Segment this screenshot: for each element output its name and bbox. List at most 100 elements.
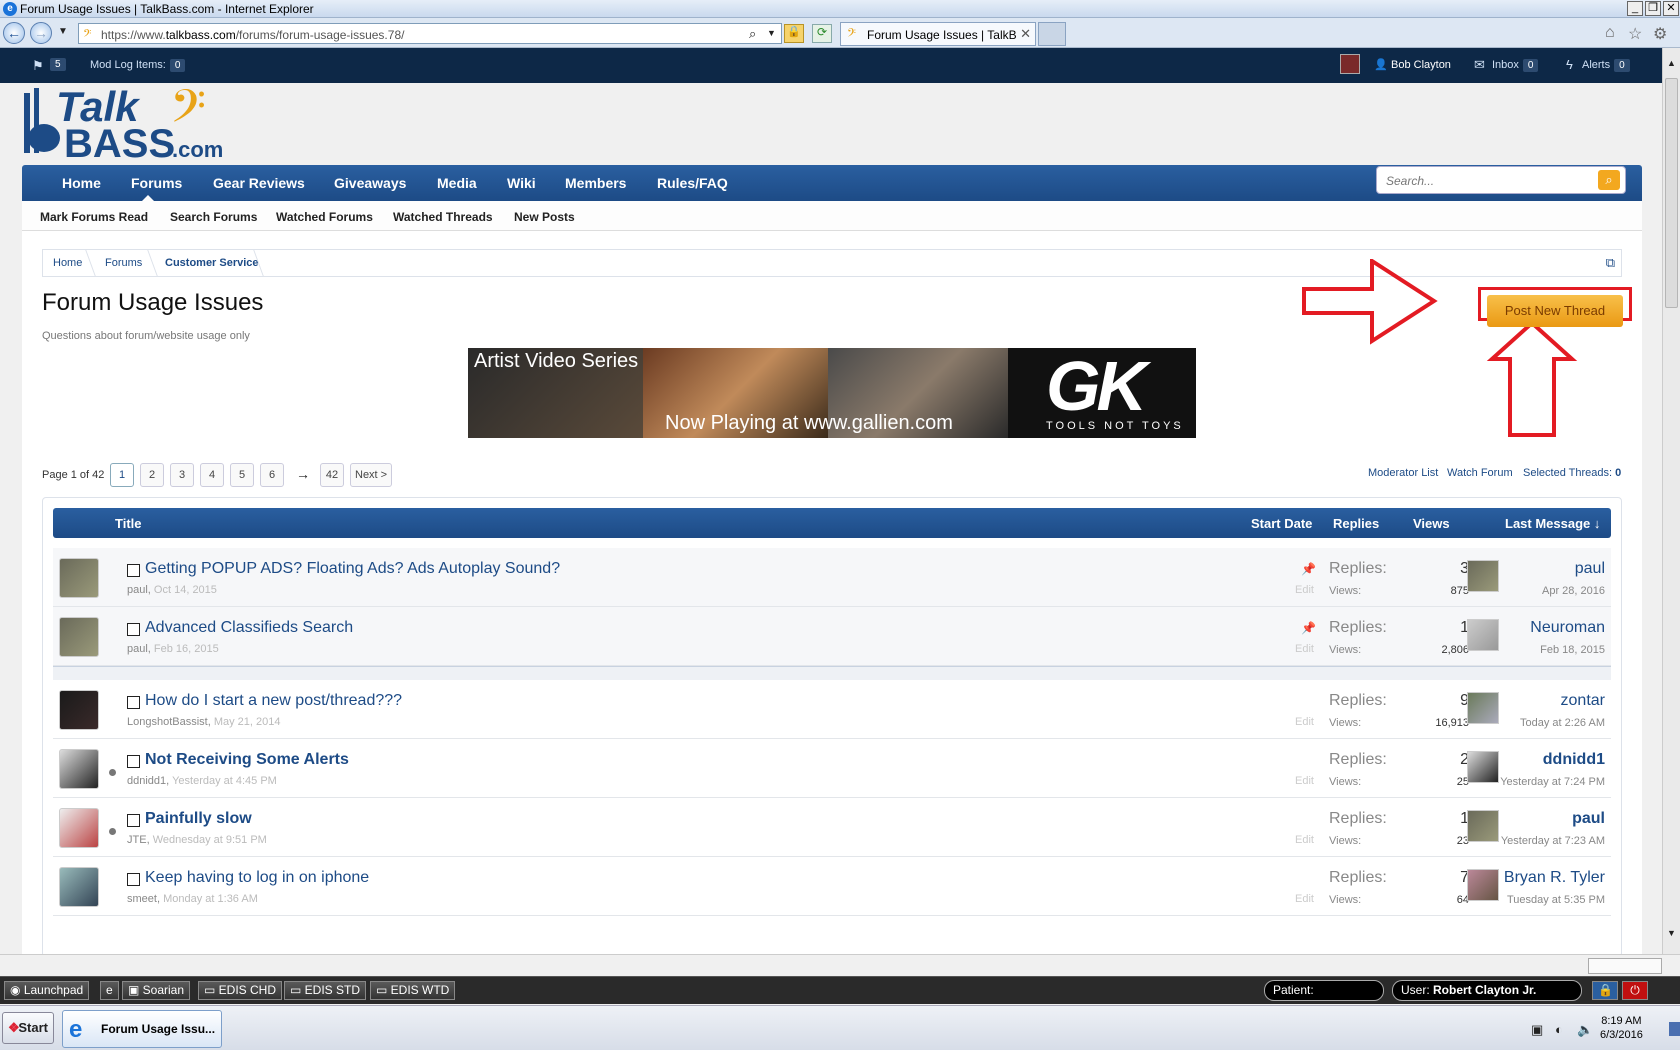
tray-security-icon[interactable]: ◐: [1555, 1022, 1563, 1037]
nav-rules-faq[interactable]: Rules/FAQ: [657, 175, 728, 191]
thread-select-checkbox[interactable]: [127, 814, 140, 827]
nav-giveaways[interactable]: Giveaways: [334, 175, 406, 191]
thread-title-link[interactable]: Getting POPUP ADS? Floating Ads? Ads Aut…: [145, 560, 560, 578]
search-box[interactable]: Search... ⌕: [1376, 166, 1626, 194]
nav-media[interactable]: Media: [437, 175, 477, 191]
page-6-button[interactable]: 6: [260, 463, 284, 487]
last-poster-link[interactable]: paul: [1575, 560, 1605, 578]
page-1-button[interactable]: 1: [110, 463, 134, 487]
modlog-link[interactable]: Mod Log Items: 0: [90, 59, 186, 72]
thread-title-link[interactable]: Advanced Classifieds Search: [145, 619, 353, 637]
power-icon[interactable]: ⏻: [1622, 981, 1648, 1000]
start-button[interactable]: ❖ Start: [2, 1012, 54, 1044]
edit-link[interactable]: Edit: [1295, 716, 1314, 728]
post-new-thread-button[interactable]: Post New Thread: [1487, 295, 1623, 327]
author-avatar[interactable]: [59, 749, 99, 789]
col-last-message[interactable]: Last Message ↓: [1505, 516, 1600, 531]
page-last-button[interactable]: 42: [320, 463, 344, 487]
last-poster-avatar[interactable]: [1467, 560, 1499, 592]
thread-select-checkbox[interactable]: [127, 755, 140, 768]
watch-forum-link[interactable]: Watch Forum: [1447, 467, 1513, 479]
tab-forum-usage-issues[interactable]: 𝄢 Forum Usage Issues | TalkBa... ✕: [840, 22, 1036, 46]
edis-chd-button[interactable]: ▭ EDIS CHD: [198, 981, 283, 1000]
user-name-link[interactable]: Bob Clayton: [1391, 59, 1451, 71]
edit-link[interactable]: Edit: [1295, 643, 1314, 655]
col-title[interactable]: Title: [115, 516, 142, 531]
show-desktop-icon[interactable]: [1669, 1022, 1680, 1036]
nav-gear-reviews[interactable]: Gear Reviews: [213, 175, 305, 191]
user-field[interactable]: User: Robert Clayton Jr.: [1392, 980, 1582, 1001]
thread-title-link[interactable]: How do I start a new post/thread???: [145, 692, 402, 710]
ad-banner[interactable]: Artist Video Series Now Playing at www.g…: [468, 348, 1196, 438]
address-dropdown-icon[interactable]: ▼: [767, 28, 776, 38]
search-icon[interactable]: ⌕: [749, 26, 756, 42]
back-button[interactable]: ←: [3, 22, 25, 44]
alerts-link[interactable]: Alerts 0: [1582, 59, 1630, 72]
zoom-box[interactable]: [1588, 958, 1662, 974]
breadcrumb-home[interactable]: Home: [53, 257, 82, 269]
address-bar[interactable]: 𝄢 https://www.talkbass.com/forums/forum-…: [78, 23, 782, 44]
moderator-list-link[interactable]: Moderator List: [1368, 467, 1438, 479]
thread-author-link[interactable]: LongshotBassist: [127, 716, 208, 728]
favorites-icon[interactable]: ☆: [1628, 24, 1642, 44]
restore-button[interactable]: ❐: [1645, 1, 1661, 16]
last-poster-avatar[interactable]: [1467, 692, 1499, 724]
scroll-thumb[interactable]: [1665, 78, 1678, 308]
flag-count[interactable]: 5: [46, 58, 66, 71]
edit-link[interactable]: Edit: [1295, 584, 1314, 596]
search-input[interactable]: Search...: [1386, 174, 1434, 188]
last-poster-link[interactable]: paul: [1572, 810, 1605, 828]
last-poster-avatar[interactable]: [1467, 751, 1499, 783]
last-post-date[interactable]: Tuesday at 5:35 PM: [1507, 894, 1605, 906]
author-avatar[interactable]: [59, 617, 99, 657]
watched-threads-link[interactable]: Watched Threads: [393, 210, 493, 224]
thread-select-checkbox[interactable]: [127, 564, 140, 577]
page-next-button[interactable]: Next >: [350, 463, 393, 487]
last-poster-avatar[interactable]: [1467, 810, 1499, 842]
scroll-down-icon[interactable]: ▼: [1667, 928, 1676, 938]
home-icon[interactable]: ⌂: [1605, 24, 1615, 42]
ie-quick-launch-icon[interactable]: e: [100, 981, 119, 1000]
minimize-button[interactable]: _: [1627, 1, 1643, 16]
close-button[interactable]: ✕: [1663, 1, 1679, 16]
launchpad-button[interactable]: ◉ Launchpad: [4, 981, 90, 1000]
search-button-icon[interactable]: ⌕: [1598, 170, 1620, 190]
author-avatar[interactable]: [59, 558, 99, 598]
mark-forums-read-link[interactable]: Mark Forums Read: [40, 210, 148, 224]
thread-author-link[interactable]: paul: [127, 643, 148, 655]
lock-session-icon[interactable]: 🔒: [1592, 981, 1618, 1000]
page-4-button[interactable]: 4: [200, 463, 224, 487]
col-start-date[interactable]: Start Date: [1251, 516, 1312, 531]
user-avatar[interactable]: [1340, 54, 1360, 74]
inbox-link[interactable]: Inbox 0: [1492, 59, 1539, 72]
scroll-up-icon[interactable]: ▲: [1667, 58, 1676, 68]
thread-title-link[interactable]: Not Receiving Some Alerts: [145, 751, 349, 769]
taskbar-ie-item[interactable]: e Forum Usage Issu...: [62, 1010, 222, 1048]
new-tab-button[interactable]: [1038, 22, 1066, 46]
breadcrumb-forums[interactable]: Forums: [105, 257, 142, 269]
edis-std-button[interactable]: ▭ EDIS STD: [284, 981, 367, 1000]
nav-forums[interactable]: Forums: [131, 175, 182, 191]
thread-select-checkbox[interactable]: [127, 696, 140, 709]
edis-wtd-button[interactable]: ▭ EDIS WTD: [370, 981, 456, 1000]
flag-icon[interactable]: ⚑: [32, 58, 44, 74]
last-poster-link[interactable]: ddnidd1: [1543, 751, 1605, 769]
nav-wiki[interactable]: Wiki: [507, 175, 536, 191]
page-2-button[interactable]: 2: [140, 463, 164, 487]
page-3-button[interactable]: 3: [170, 463, 194, 487]
breadcrumb-customer-service[interactable]: Customer Service: [165, 257, 259, 269]
last-post-date[interactable]: Yesterday at 7:24 PM: [1500, 776, 1605, 788]
author-avatar[interactable]: [59, 690, 99, 730]
thread-title-link[interactable]: Painfully slow: [145, 810, 252, 828]
edit-link[interactable]: Edit: [1295, 893, 1314, 905]
last-post-date[interactable]: Yesterday at 7:23 AM: [1501, 835, 1605, 847]
thread-select-checkbox[interactable]: [127, 623, 140, 636]
search-forums-link[interactable]: Search Forums: [170, 210, 257, 224]
edit-link[interactable]: Edit: [1295, 834, 1314, 846]
soarian-button[interactable]: ▣ Soarian: [122, 981, 191, 1000]
thread-title-link[interactable]: Keep having to log in on iphone: [145, 869, 369, 887]
refresh-icon[interactable]: ⟳: [812, 24, 832, 43]
nav-members[interactable]: Members: [565, 175, 626, 191]
vertical-scrollbar[interactable]: ▲ ▼: [1662, 48, 1680, 954]
tab-close-icon[interactable]: ✕: [1020, 26, 1031, 42]
